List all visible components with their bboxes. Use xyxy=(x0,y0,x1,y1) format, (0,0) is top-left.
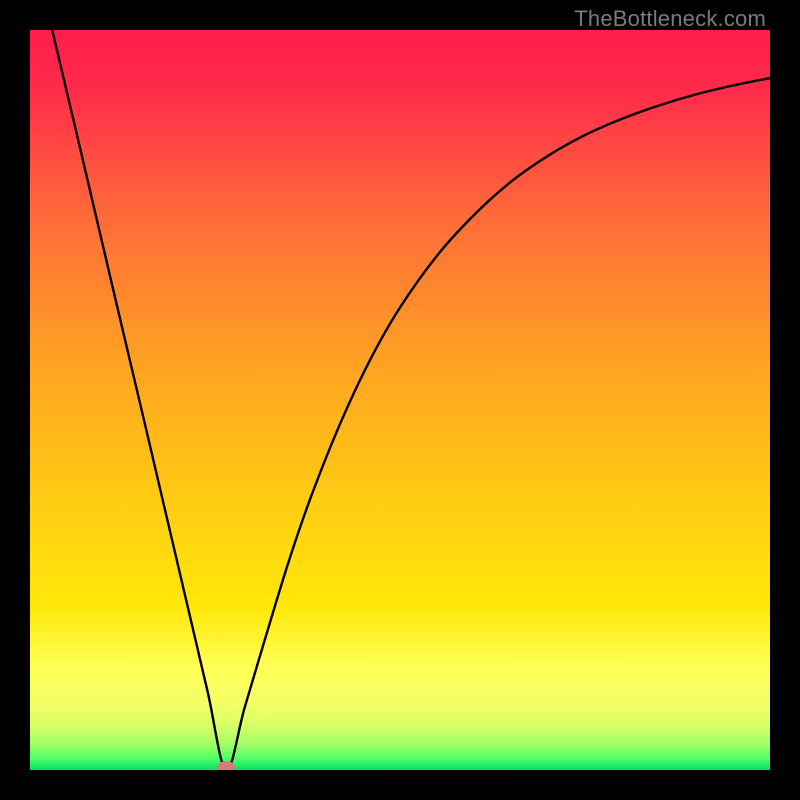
chart-frame xyxy=(30,30,770,770)
watermark-text: TheBottleneck.com xyxy=(574,6,766,32)
gradient-background xyxy=(30,30,770,770)
bottleneck-chart xyxy=(30,30,770,770)
